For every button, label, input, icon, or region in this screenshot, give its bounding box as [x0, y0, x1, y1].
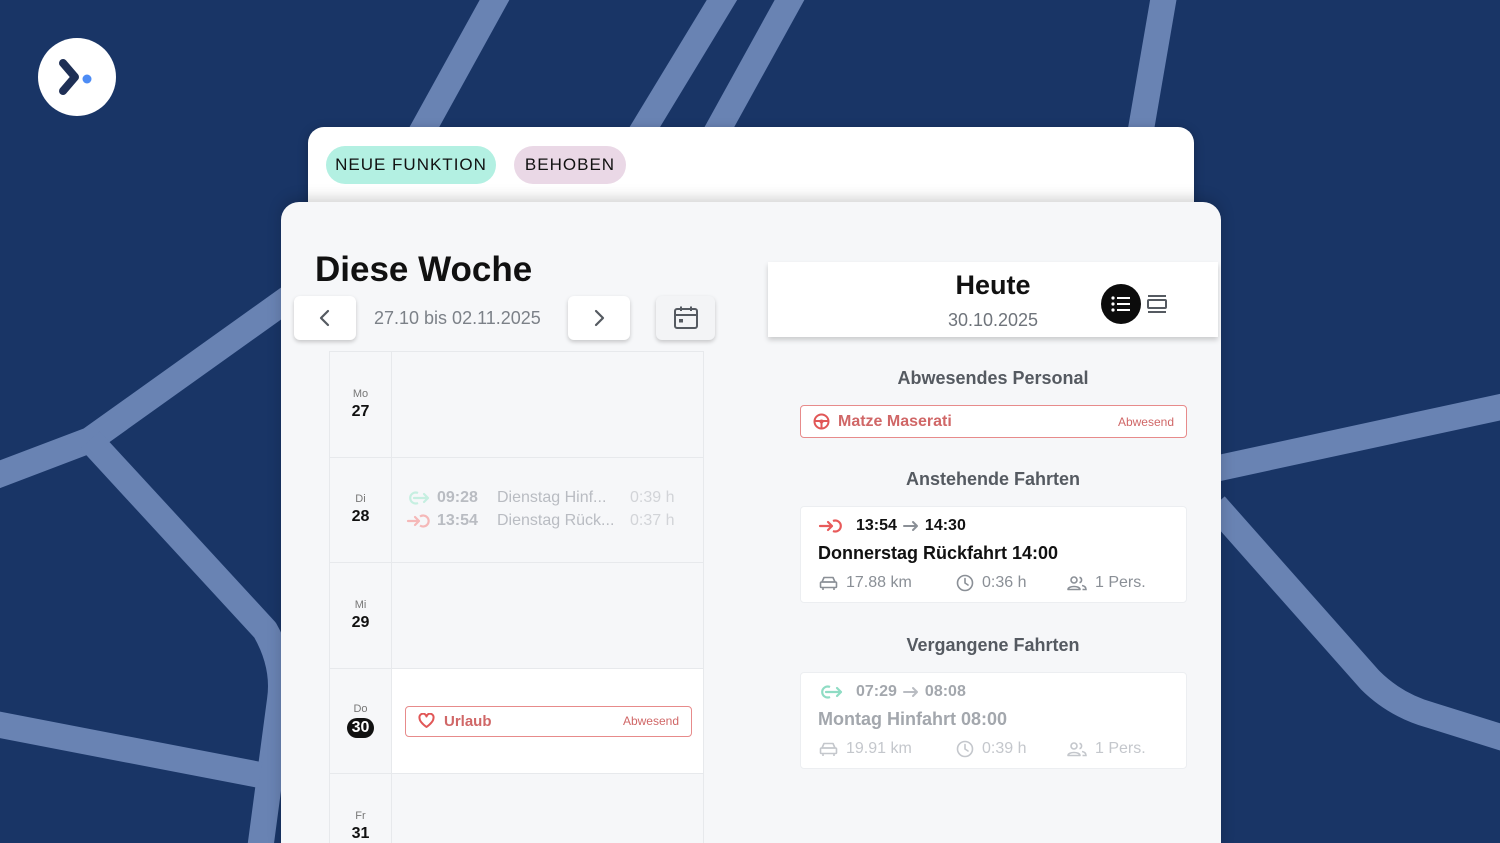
distance-value: 19.91 km	[846, 740, 912, 757]
car-icon	[819, 742, 838, 756]
card-view-icon	[1147, 295, 1167, 313]
week-title: Diese Woche	[315, 250, 533, 289]
app-window: Diese Woche 27.10 bis 02.11.2025 Mo 27 D…	[281, 202, 1221, 843]
duration-value: 0:39 h	[982, 740, 1027, 757]
day-name: Fr	[355, 809, 366, 822]
day-number-today: 30	[346, 718, 375, 739]
trip-duration: 0:39 h	[630, 488, 675, 506]
week-range: 27.10 bis 02.11.2025	[374, 308, 541, 328]
day-content	[392, 563, 703, 668]
steering-wheel-icon	[813, 413, 830, 430]
heart-icon	[418, 713, 435, 728]
week-day-list: Mo 27 Di 28 09:28 Dienstag Hinf... 0:39 …	[329, 351, 704, 843]
car-icon	[819, 576, 838, 590]
clock-icon	[956, 574, 974, 592]
arrow-out-circle-icon	[406, 513, 430, 528]
day-name: Do	[353, 703, 368, 716]
day-label: Fr 31	[330, 774, 392, 843]
list-icon	[1111, 296, 1130, 312]
trip-persons: 1 Pers.	[1067, 740, 1146, 758]
day-row-thursday[interactable]: Do 30 Urlaub Abwesend	[330, 668, 703, 774]
day-name: Mi	[354, 598, 367, 611]
day-content	[392, 774, 703, 843]
trip-name: Dienstag Rück...	[497, 511, 615, 529]
people-icon	[1067, 576, 1087, 591]
persons-value: 1 Pers.	[1095, 740, 1146, 757]
new-feature-badge: NEUE FUNKTION	[326, 146, 496, 184]
trip-end-time: 14:30	[924, 517, 966, 534]
trip-distance: 19.91 km	[819, 740, 912, 758]
chevron-right-icon	[594, 309, 605, 327]
absence-label: Urlaub	[444, 712, 492, 730]
trip-persons: 1 Pers.	[1067, 574, 1146, 592]
calendar-icon	[673, 306, 698, 329]
day-number: 27	[351, 402, 370, 420]
trip-start-time: 07:29	[856, 683, 897, 700]
upcoming-trips-title: Anstehende Fahrten	[905, 469, 1081, 489]
day-content: Urlaub Abwesend	[392, 668, 703, 773]
trip-title: Donnerstag Rückfahrt 14:00	[818, 543, 1059, 563]
absent-staff-title: Abwesendes Personal	[897, 368, 1089, 388]
trip-item[interactable]: 09:28 Dienstag Hinf... 0:39 h	[406, 489, 674, 507]
trip-duration: 0:36 h	[956, 574, 1026, 592]
trip-start-time: 13:54	[856, 517, 897, 534]
chevron-left-icon	[319, 309, 330, 327]
day-label: Mo 27	[330, 352, 392, 457]
day-row-friday[interactable]: Fr 31	[330, 774, 703, 843]
day-number: 29	[351, 613, 370, 631]
trip-duration: 0:39 h	[956, 740, 1026, 758]
day-label: Di 28	[330, 457, 392, 562]
trip-duration: 0:37 h	[630, 511, 675, 529]
trip-time: 09:28	[437, 488, 478, 506]
past-trips-title: Vergangene Fahrten	[906, 635, 1080, 655]
trip-title: Montag Hinfahrt 08:00	[818, 709, 1008, 729]
fixed-badge: BEHOBEN	[514, 146, 626, 184]
past-trip-card[interactable]: 07:29 08:08 Montag Hinfahrt 08:00 19.91 …	[800, 672, 1187, 769]
day-content	[392, 352, 703, 457]
arrow-right-icon	[902, 686, 919, 698]
calendar-picker-button[interactable]	[656, 296, 715, 340]
next-week-button[interactable]	[568, 296, 630, 340]
trip-times: 13:54 14:30	[818, 517, 966, 535]
trip-item[interactable]: 13:54 Dienstag Rück... 0:37 h	[406, 512, 674, 530]
chevron-dot-logo-icon	[59, 59, 92, 95]
arrow-right-icon	[902, 520, 919, 532]
trip-time: 13:54	[437, 511, 478, 529]
day-number: 31	[351, 824, 370, 842]
arrow-into-circle-icon	[821, 685, 843, 699]
absent-person-entry[interactable]: Matze Maserati Abwesend	[800, 405, 1187, 438]
day-row-tuesday[interactable]: Di 28 09:28 Dienstag Hinf... 0:39 h 13:5…	[330, 457, 703, 563]
today-header: Heute 30.10.2025	[768, 262, 1218, 337]
day-row-monday[interactable]: Mo 27	[330, 352, 703, 458]
distance-value: 17.88 km	[846, 574, 912, 591]
trip-end-time: 08:08	[924, 683, 966, 700]
absent-person-status: Abwesend	[1117, 414, 1174, 429]
arrow-out-circle-icon	[818, 519, 842, 533]
previous-week-button[interactable]	[294, 296, 356, 340]
trip-times: 07:29 08:08	[818, 683, 966, 701]
day-number: 28	[351, 508, 370, 526]
trip-distance: 17.88 km	[819, 574, 912, 592]
upcoming-trip-card[interactable]: 13:54 14:30 Donnerstag Rückfahrt 14:00 1…	[800, 506, 1187, 603]
people-icon	[1067, 742, 1087, 757]
absent-person-name: Matze Maserati	[838, 412, 952, 430]
arrow-into-circle-icon	[409, 490, 430, 505]
duration-value: 0:36 h	[982, 574, 1027, 591]
absence-entry[interactable]: Urlaub Abwesend	[405, 705, 692, 737]
app-logo	[38, 38, 116, 116]
persons-value: 1 Pers.	[1095, 574, 1146, 591]
card-view-toggle[interactable]	[1143, 290, 1171, 318]
absence-status: Abwesend	[622, 714, 679, 728]
day-row-wednesday[interactable]: Mi 29	[330, 563, 703, 669]
list-view-toggle[interactable]	[1101, 284, 1141, 324]
day-name: Mo	[352, 387, 369, 400]
trip-name: Dienstag Hinf...	[497, 488, 607, 506]
day-label: Mi 29	[330, 563, 392, 668]
day-label: Do 30	[330, 668, 392, 773]
day-name: Di	[355, 493, 366, 506]
day-content: 09:28 Dienstag Hinf... 0:39 h 13:54 Dien…	[392, 458, 703, 563]
clock-icon	[956, 740, 974, 758]
